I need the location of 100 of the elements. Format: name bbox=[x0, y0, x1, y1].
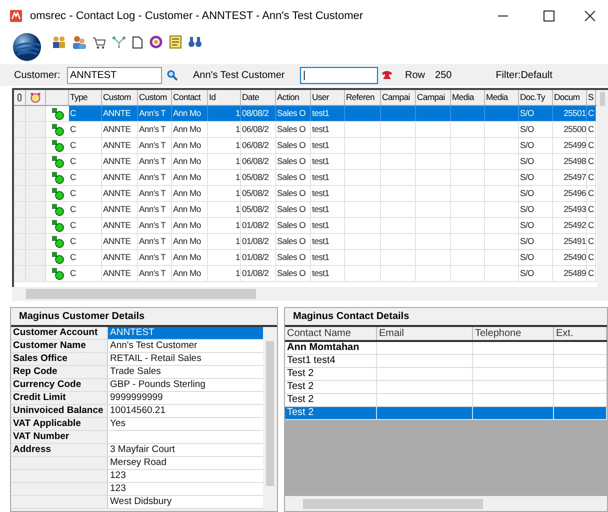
field-value[interactable]: RETAIL - Retail Sales bbox=[108, 353, 263, 365]
column-header[interactable]: Docum bbox=[553, 90, 587, 105]
table-cell: Ann Mo bbox=[172, 106, 208, 121]
field-value[interactable]: 123 bbox=[108, 483, 263, 495]
column-header[interactable]: Ext. bbox=[554, 327, 607, 340]
column-header[interactable]: Doc.Ty bbox=[519, 90, 553, 105]
table-cell: ANNTE bbox=[102, 234, 138, 249]
field-value[interactable]: ANNTEST bbox=[108, 327, 263, 339]
table-cell: 05/08/2 bbox=[241, 170, 276, 185]
field-value[interactable]: Mersey Road bbox=[108, 457, 263, 469]
column-header[interactable]: Campai bbox=[416, 90, 451, 105]
people-icon[interactable] bbox=[52, 36, 66, 48]
column-header[interactable]: Contact Name bbox=[285, 327, 377, 340]
table-cell: test1 bbox=[311, 234, 345, 249]
column-header[interactable]: User bbox=[311, 90, 345, 105]
table-cell: 08/08/2 bbox=[241, 106, 276, 121]
table-cell: C bbox=[587, 138, 596, 153]
table-cell: Sales O bbox=[276, 202, 311, 217]
column-header[interactable]: Referen bbox=[345, 90, 381, 105]
field-label: Currency Code bbox=[11, 379, 108, 391]
table-row[interactable]: Test 2 bbox=[285, 381, 607, 394]
horizontal-scrollbar[interactable] bbox=[285, 496, 607, 511]
notepad-icon[interactable] bbox=[169, 35, 182, 49]
column-header[interactable]: Custom bbox=[138, 90, 172, 105]
table-row[interactable]: C ANNTE Ann's T Ann Mo 1 01/08/2 Sales O test1 S/O 25490 C bbox=[14, 250, 597, 266]
table-row[interactable]: C ANNTE Ann's T Ann Mo 1 05/08/2 Sales O test1 S/O 25497 C bbox=[14, 170, 597, 186]
table-row[interactable]: C ANNTE Ann's T Ann Mo 1 05/08/2 Sales O test1 S/O 25493 C bbox=[14, 202, 597, 218]
field-value[interactable]: 3 Mayfair Court bbox=[108, 444, 263, 456]
table-row[interactable]: C ANNTE Ann's T Ann Mo 1 01/08/2 Sales O test1 S/O 25491 C bbox=[14, 234, 597, 250]
customer-name-text: Ann's Test Customer bbox=[193, 68, 286, 82]
column-header[interactable]: Contact bbox=[172, 90, 208, 105]
table-cell: Ann's T bbox=[138, 250, 172, 265]
field-value[interactable]: 9999999999 bbox=[108, 392, 263, 404]
field-value[interactable]: Yes bbox=[108, 418, 263, 430]
field-value[interactable]: GBP - Pounds Sterling bbox=[108, 379, 263, 391]
table-cell: Ann Mo bbox=[172, 138, 208, 153]
binoculars-icon[interactable] bbox=[188, 36, 202, 48]
column-header[interactable]: Id bbox=[208, 90, 241, 105]
column-header[interactable]: Custom bbox=[102, 90, 138, 105]
table-cell: Sales O bbox=[276, 170, 311, 185]
field-label: VAT Applicable bbox=[11, 418, 108, 430]
network-icon[interactable] bbox=[112, 36, 126, 48]
table-cell: Test 2 bbox=[285, 381, 377, 393]
table-row[interactable]: C ANNTE Ann's T Ann Mo 1 06/08/2 Sales O test1 S/O 25500 C bbox=[14, 122, 597, 138]
column-header[interactable]: S bbox=[587, 90, 596, 105]
table-cell: 1 bbox=[208, 106, 241, 121]
table-cell: C bbox=[587, 202, 596, 217]
phone-search-field[interactable]: | bbox=[300, 66, 378, 84]
field-value[interactable]: 10014560.21 bbox=[108, 405, 263, 417]
vertical-scrollbar[interactable] bbox=[597, 90, 608, 287]
column-header[interactable]: Type bbox=[69, 90, 102, 105]
table-cell: Sales O bbox=[276, 218, 311, 233]
globe-logo-icon bbox=[12, 32, 42, 62]
table-row[interactable]: Test1 test4 bbox=[285, 355, 607, 368]
table-cell: Sales O bbox=[276, 138, 311, 153]
customer-label: Customer: bbox=[14, 68, 62, 82]
field-value[interactable]: 123 bbox=[108, 470, 263, 482]
table-row[interactable]: Ann Momtahan bbox=[285, 342, 607, 355]
column-header[interactable]: Action bbox=[276, 90, 311, 105]
search-icon[interactable] bbox=[167, 70, 178, 80]
table-row[interactable]: Test 2 bbox=[285, 394, 607, 407]
table-cell: test1 bbox=[311, 138, 345, 153]
telephone-icon[interactable] bbox=[381, 70, 393, 80]
table-row[interactable]: Test 2 bbox=[285, 407, 607, 420]
field-value[interactable]: West Didsbury bbox=[108, 496, 263, 508]
column-header[interactable]: Telephone bbox=[473, 327, 554, 340]
table-row[interactable]: C ANNTE Ann's T Ann Mo 1 01/08/2 Sales O test1 S/O 25492 C bbox=[14, 218, 597, 234]
table-cell: C bbox=[587, 218, 596, 233]
table-row[interactable]: Test 2 bbox=[285, 368, 607, 381]
column-header[interactable]: Date bbox=[241, 90, 276, 105]
table-cell: C bbox=[69, 186, 102, 201]
cart-icon[interactable] bbox=[92, 36, 106, 48]
column-header[interactable]: Media bbox=[451, 90, 485, 105]
table-cell: S/O bbox=[519, 202, 553, 217]
table-row[interactable]: C ANNTE Ann's T Ann Mo 1 01/08/2 Sales O test1 S/O 25489 C bbox=[14, 266, 597, 282]
customer-field[interactable]: ANNTEST bbox=[67, 66, 162, 84]
document-icon[interactable] bbox=[132, 36, 143, 48]
table-cell: C bbox=[69, 202, 102, 217]
table-row[interactable]: C ANNTE Ann's T Ann Mo 1 06/08/2 Sales O test1 S/O 25498 C bbox=[14, 154, 597, 170]
horizontal-scrollbar[interactable] bbox=[12, 287, 608, 301]
table-cell: Test 2 bbox=[285, 368, 377, 380]
field-label: Customer Account bbox=[11, 327, 108, 339]
table-cell: ANNTE bbox=[102, 122, 138, 137]
table-cell: Ann's T bbox=[138, 154, 172, 169]
table-cell: Ann Mo bbox=[172, 250, 208, 265]
table-cell: 01/08/2 bbox=[241, 218, 276, 233]
field-value[interactable]: Trade Sales bbox=[108, 366, 263, 378]
column-header[interactable]: Email bbox=[377, 327, 473, 340]
table-cell: C bbox=[69, 266, 102, 281]
field-value[interactable] bbox=[108, 431, 263, 443]
table-cell: ANNTE bbox=[102, 154, 138, 169]
table-row[interactable]: C ANNTE Ann's T Ann Mo 1 06/08/2 Sales O test1 S/O 25499 C bbox=[14, 138, 597, 154]
field-value[interactable]: Ann's Test Customer bbox=[108, 340, 263, 352]
table-row[interactable]: C ANNTE Ann's T Ann Mo 1 08/08/2 Sales O test1 S/O 25501 C bbox=[14, 106, 597, 122]
table-cell: test1 bbox=[311, 106, 345, 121]
table-cell: 01/08/2 bbox=[241, 266, 276, 281]
column-header[interactable]: Campai bbox=[381, 90, 416, 105]
column-header[interactable]: Media bbox=[485, 90, 519, 105]
users-icon[interactable] bbox=[72, 36, 86, 48]
table-row[interactable]: C ANNTE Ann's T Ann Mo 1 05/08/2 Sales O test1 S/O 25496 C bbox=[14, 186, 597, 202]
